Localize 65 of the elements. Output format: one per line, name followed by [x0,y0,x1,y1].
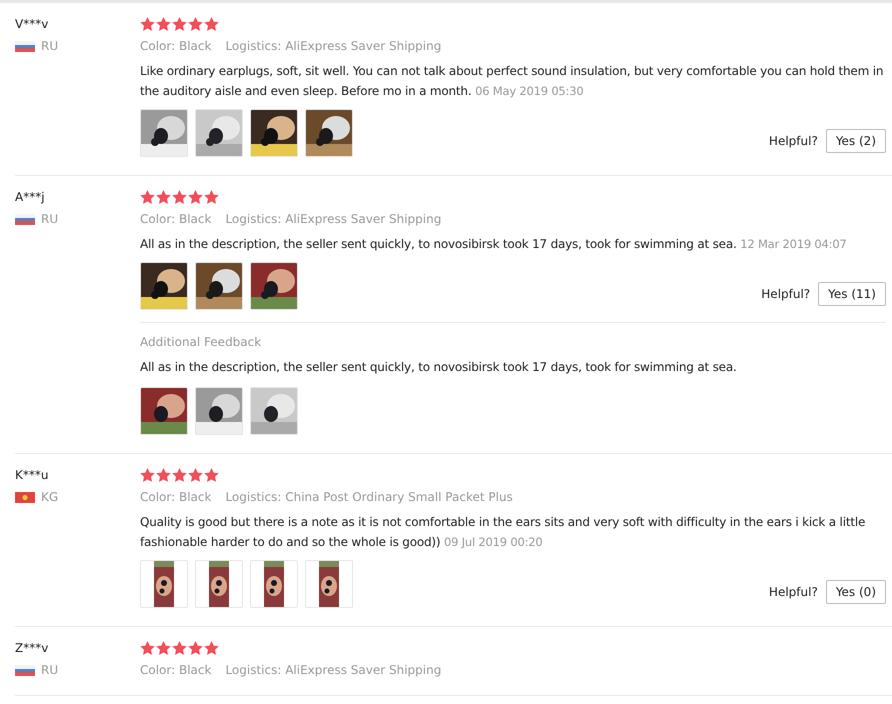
country-code: RU [41,212,58,226]
star-icon [204,468,219,482]
star-icon [204,641,219,655]
product-color: Color: Black [140,490,212,504]
star-icon [140,641,155,655]
review-text: Like ordinary earplugs, soft, sit well. You can not talk about perfect sound insulation, but very comfortable you can hold them in the auditory aisle and even sleep. Before mo in a month. 06 May 2019 05:30 [140,63,884,100]
logistics-info: Logistics: AliExpress Saver Shipping [225,212,442,226]
review-photo[interactable] [250,109,298,157]
star-icon [172,641,187,655]
review-photo[interactable] [305,560,353,608]
helpful-label: Helpful? [768,585,818,599]
reviewer-name: V***v [15,17,50,31]
star-icon [140,190,155,204]
product-color: Color: Black [140,212,212,226]
logistics-info: Logistics: China Post Ordinary Small Packet Plus [225,490,513,504]
review-photo[interactable] [140,262,188,310]
country-code: RU [41,39,58,53]
logistics-info: Logistics: AliExpress Saver Shipping [225,39,442,53]
helpful-label: Helpful? [761,287,810,301]
review-photo[interactable] [250,560,298,608]
star-icon [188,190,203,204]
product-color: Color: Black [140,663,212,677]
star-icon [172,17,187,31]
review-text: All as in the description, the seller sent quickly, to novosibirsk took 17 days, took for swimming at sea. 12 Mar 2019 04:07 [140,236,848,253]
flag-icon [15,664,35,676]
star-icon [204,190,219,204]
country-code: RU [41,663,58,677]
star-icon [156,190,171,204]
helpful-yes-button[interactable]: Yes (0) [826,580,886,604]
review-photo[interactable] [140,387,188,435]
review-photo[interactable] [250,262,298,310]
country-code: KG [41,490,58,504]
reviewer-name: Z***v [15,641,50,655]
review-text: Quality is good but there is a note as it is not comfortable in the ears sits and very soft with difficulty in the ears i kick a little fashionable harder to do and so the whole is good)) 09 Jul 2019 00:20 [140,514,866,551]
star-icon [188,17,203,31]
additional-feedback-label: Additional Feedback [140,335,262,349]
star-icon [188,641,203,655]
helpful-yes-button[interactable]: Yes (11) [818,282,886,306]
star-icon [156,17,171,31]
logistics-info: Logistics: AliExpress Saver Shipping [225,663,442,677]
review-photo[interactable] [305,109,353,157]
product-color: Color: Black [140,39,212,53]
star-icon [140,468,155,482]
helpful-label: Helpful? [768,134,818,148]
review-photo[interactable] [195,387,243,435]
reviewer-name: A***j [15,190,46,204]
review-photo[interactable] [140,560,188,608]
star-icon [204,17,219,31]
star-icon [156,468,171,482]
flag-icon [15,214,35,224]
review-photo[interactable] [140,109,188,157]
review-photo[interactable] [195,262,243,310]
review-photo[interactable] [195,109,243,157]
flag-icon [15,40,35,52]
reviewer-name: K***u [15,468,50,482]
star-icon [156,641,171,655]
star-icon [140,17,155,31]
star-icon [188,468,203,482]
star-icon [172,190,187,204]
star-icon [172,468,187,482]
flag-icon [15,492,35,502]
review-photo[interactable] [195,560,243,608]
review-text: All as in the description, the seller sent quickly, to novosibirsk took 17 days, took for swimming at sea. [140,360,737,374]
helpful-yes-button[interactable]: Yes (2) [826,129,886,153]
review-photo[interactable] [250,387,298,435]
